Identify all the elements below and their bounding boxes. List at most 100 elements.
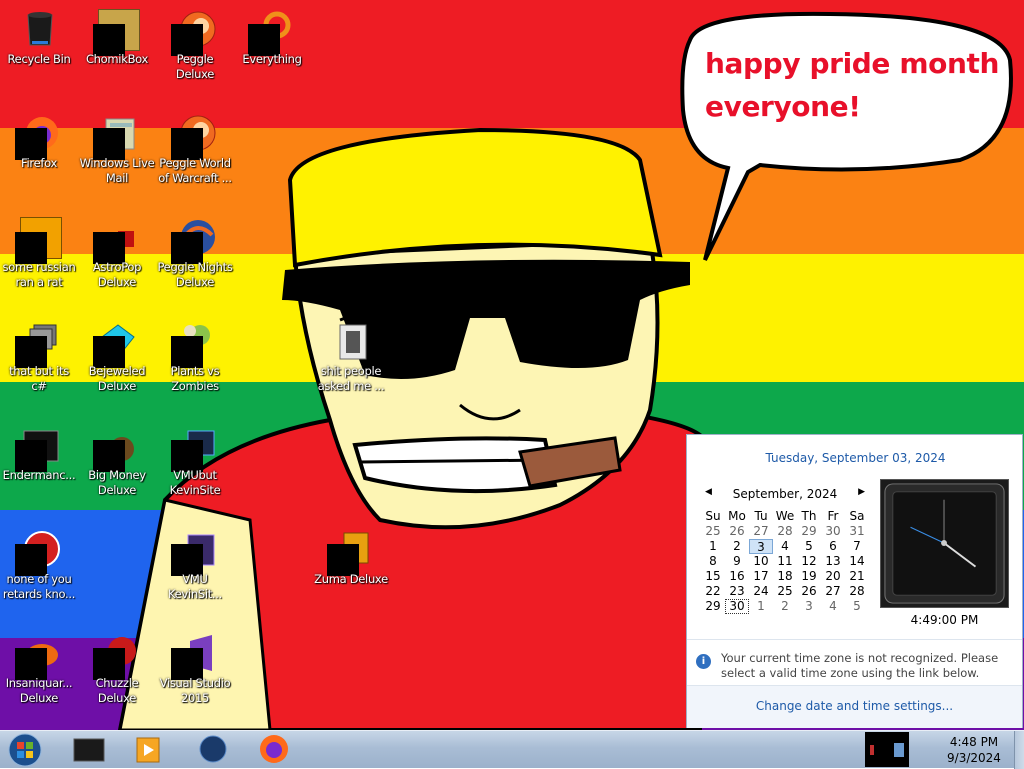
- calendar-day[interactable]: 17: [749, 569, 773, 584]
- calendar-day[interactable]: 2: [725, 539, 749, 554]
- icon-label: ChomikBox: [85, 52, 149, 66]
- icon-label: some russian ran a rat: [2, 260, 76, 289]
- taskbar-item-explorer[interactable]: [64, 731, 114, 767]
- taskbar-item-media-player[interactable]: [123, 731, 173, 767]
- calendar-day[interactable]: 29: [797, 524, 821, 539]
- icon-label: Plants vs Zombies: [170, 364, 220, 393]
- desktop-icon-recycle-bin[interactable]: Recycle Bin: [1, 2, 77, 102]
- bubble-line-1: happy pride month: [705, 47, 1000, 80]
- desktop-icon-bejeweled[interactable]: Bejeweled Deluxe: [79, 314, 155, 414]
- desktop-icon-shit-people[interactable]: shit people asked me ...: [313, 314, 389, 414]
- calendar-day[interactable]: 31: [845, 524, 869, 539]
- calendar-day[interactable]: 27: [821, 584, 845, 599]
- icon-label: Firefox: [21, 156, 57, 170]
- analog-clock-icon: [880, 479, 1009, 608]
- calendar-day[interactable]: 29: [701, 599, 725, 614]
- calendar-day[interactable]: 8: [701, 554, 725, 569]
- desktop-icon-chomikbox[interactable]: ChomikBox: [79, 2, 155, 102]
- show-desktop-button[interactable]: [1014, 731, 1024, 769]
- calendar-day[interactable]: 2: [773, 599, 797, 614]
- calendar-day[interactable]: 13: [821, 554, 845, 569]
- change-date-time-link[interactable]: Change date and time settings...: [687, 699, 1022, 713]
- calendar-day[interactable]: 22: [701, 584, 725, 599]
- desktop-icon-vmubut[interactable]: VMUbut KevinSite: [157, 418, 233, 518]
- desktop-icon-peggle-wow[interactable]: Peggle World of Warcraft ...: [157, 106, 233, 206]
- desktop-icon-windows-live-mail[interactable]: Windows Live Mail: [79, 106, 155, 206]
- calendar-day[interactable]: 1: [701, 539, 725, 554]
- calendar-day[interactable]: 15: [701, 569, 725, 584]
- next-month-button[interactable]: ▶: [858, 487, 865, 497]
- folder-icon: [339, 324, 367, 360]
- calendar-day[interactable]: 28: [773, 524, 797, 539]
- calendar-day[interactable]: 12: [797, 554, 821, 569]
- calendar-day[interactable]: 5: [845, 599, 869, 614]
- desktop-icon-peggle-deluxe[interactable]: Peggle Deluxe: [157, 2, 233, 102]
- calendar-day[interactable]: 30: [821, 524, 845, 539]
- taskbar-clock[interactable]: 4:48 PM 9/3/2024: [938, 734, 1010, 766]
- long-date-link[interactable]: Tuesday, September 03, 2024: [687, 451, 1024, 465]
- calendar-day[interactable]: 3: [797, 599, 821, 614]
- weekday-label: Su: [705, 509, 721, 523]
- desktop-icon-visual-studio[interactable]: Visual Studio 2015: [157, 626, 233, 726]
- tray-network-icon[interactable]: [870, 739, 910, 761]
- month-label[interactable]: September, 2024: [705, 487, 865, 501]
- weekday-label: Sa: [849, 509, 865, 523]
- clock-time-label: 4:49:00 PM: [910, 613, 979, 627]
- desktop-icon-firefox[interactable]: Firefox: [1, 106, 77, 206]
- calendar-week: 25 26 27 28 29 30 31: [701, 524, 873, 539]
- calendar-day[interactable]: 6: [821, 539, 845, 554]
- calendar-day[interactable]: 26: [797, 584, 821, 599]
- desktop-icon-some-russian[interactable]: some russian ran a rat: [1, 210, 77, 310]
- calendar-day[interactable]: 10: [749, 554, 773, 569]
- calendar-day[interactable]: 4: [821, 599, 845, 614]
- desktop-icon-peggle-nights[interactable]: Peggle Nights Deluxe: [157, 210, 233, 310]
- desktop-icon-insaniquarium[interactable]: Insaniquar... Deluxe: [1, 626, 77, 726]
- calendar-day[interactable]: 5: [797, 539, 821, 554]
- calendar-day[interactable]: 18: [773, 569, 797, 584]
- calendar-day[interactable]: 24: [749, 584, 773, 599]
- calendar-day[interactable]: 25: [773, 584, 797, 599]
- calendar-day[interactable]: 23: [725, 584, 749, 599]
- icon-label: Insaniquar... Deluxe: [5, 676, 73, 705]
- taskbar-item-globe[interactable]: [188, 731, 238, 767]
- calendar-day[interactable]: 20: [821, 569, 845, 584]
- calendar-day-selected[interactable]: 3: [749, 539, 773, 554]
- desktop-icon-vmu-kevinsite[interactable]: VMU KevinSit...: [157, 522, 233, 622]
- calendar-day[interactable]: 21: [845, 569, 869, 584]
- calendar-day[interactable]: 11: [773, 554, 797, 569]
- taskbar-item-firefox[interactable]: [249, 731, 299, 767]
- taskbar: 4:48 PM 9/3/2024: [0, 730, 1024, 769]
- calendar-day[interactable]: 1: [749, 599, 773, 614]
- desktop-icon-everything[interactable]: Everything: [234, 2, 310, 102]
- icon-label: Chuzzle Deluxe: [95, 676, 139, 705]
- desktop-icon-astropop[interactable]: AstroPop Deluxe: [79, 210, 155, 310]
- timezone-notice: i Your current time zone is not recogniz…: [687, 639, 1022, 686]
- calendar-day-today[interactable]: 30: [725, 599, 749, 614]
- desktop-icon-none-of-you[interactable]: none of you retards kno...: [1, 522, 77, 622]
- calendar-day[interactable]: 4: [773, 539, 797, 554]
- desktop-icon-zuma-deluxe[interactable]: Zuma Deluxe: [313, 522, 389, 622]
- icon-label: Big Money Deluxe: [88, 468, 146, 497]
- calendar-day[interactable]: 14: [845, 554, 869, 569]
- icon-label: Everything: [242, 52, 302, 66]
- icon-label: shit people asked me ...: [317, 364, 385, 393]
- recycle-bin-icon: [27, 12, 53, 46]
- desktop-icon-endermanc[interactable]: Endermanc...: [1, 418, 77, 518]
- start-button[interactable]: [5, 731, 45, 769]
- desktop-icon-plants-vs-zombies[interactable]: Plants vs Zombies: [157, 314, 233, 414]
- calendar-day[interactable]: 26: [725, 524, 749, 539]
- desktop-icon-chuzzle[interactable]: Chuzzle Deluxe: [79, 626, 155, 726]
- calendar-day[interactable]: 28: [845, 584, 869, 599]
- icon-label: Bejeweled Deluxe: [88, 364, 146, 393]
- desktop-icon-big-money[interactable]: Big Money Deluxe: [79, 418, 155, 518]
- calendar-day[interactable]: 7: [845, 539, 869, 554]
- calendar-day[interactable]: 9: [725, 554, 749, 569]
- calendar-day[interactable]: 27: [749, 524, 773, 539]
- calendar-day[interactable]: 16: [725, 569, 749, 584]
- flyout-footer: Change date and time settings...: [687, 685, 1022, 728]
- desktop-icon-that-but-csharp[interactable]: that but its c#: [1, 314, 77, 414]
- calendar-day[interactable]: 25: [701, 524, 725, 539]
- weekday-label: Th: [801, 509, 817, 523]
- calendar-day[interactable]: 19: [797, 569, 821, 584]
- info-icon: i: [696, 654, 711, 669]
